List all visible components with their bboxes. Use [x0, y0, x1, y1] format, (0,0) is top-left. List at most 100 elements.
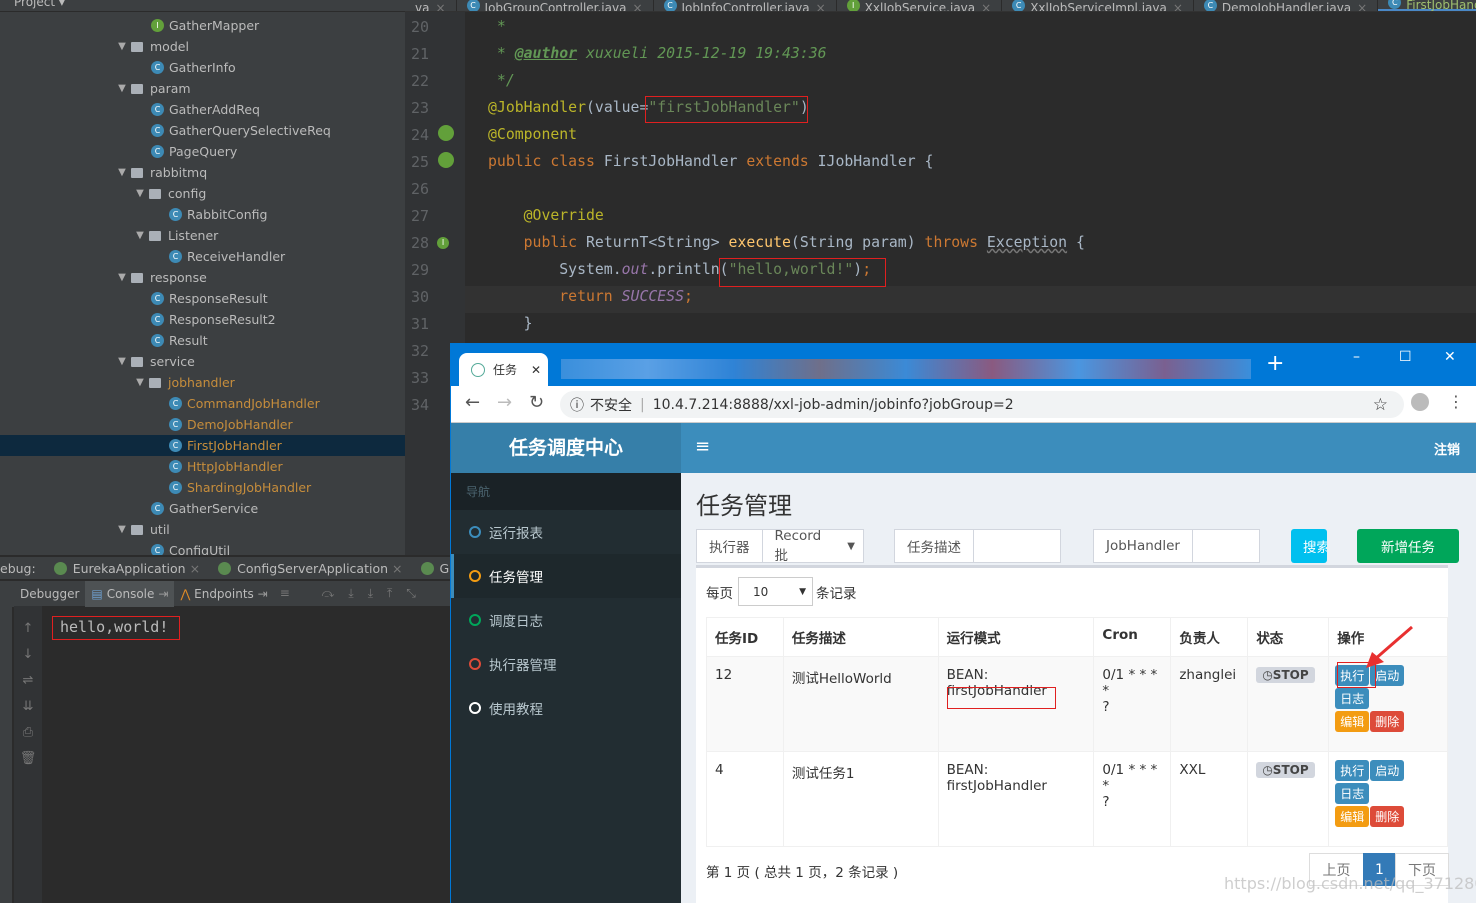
- tree-item[interactable]: C Result: [0, 330, 405, 351]
- page-size-select[interactable]: 10 ▼: [738, 577, 813, 606]
- editor-tab[interactable]: C XxlJobServiceImpl.java ×: [1002, 0, 1194, 11]
- expand-arrow-icon[interactable]: ▼: [131, 230, 149, 241]
- expand-arrow-icon[interactable]: ▼: [113, 356, 131, 367]
- expand-arrow-icon[interactable]: ▼: [131, 188, 149, 199]
- sidebar-nav-item[interactable]: 执行器管理: [451, 642, 681, 686]
- close-window-button[interactable]: ✕: [1444, 349, 1456, 365]
- tree-item[interactable]: C GatherQuerySelectiveReq: [0, 120, 405, 141]
- browser-tab-active[interactable]: 任务 ✕: [459, 353, 548, 386]
- maximize-button[interactable]: ☐: [1399, 349, 1412, 365]
- bookmark-star-icon[interactable]: ☆: [1373, 395, 1388, 415]
- spring-class-icon[interactable]: [438, 152, 454, 168]
- editor-tab[interactable]: va ×: [405, 0, 457, 11]
- add-job-button[interactable]: 新增任务: [1357, 529, 1459, 563]
- log-button[interactable]: 日志: [1335, 688, 1370, 709]
- tree-item[interactable]: ▼ config: [0, 183, 405, 204]
- tree-item[interactable]: ▼ rabbitmq: [0, 162, 405, 183]
- editor-tab[interactable]: I XxlJobService.java ×: [837, 0, 1003, 11]
- tree-item[interactable]: C GatherInfo: [0, 57, 405, 78]
- tree-item[interactable]: C RabbitConfig: [0, 204, 405, 225]
- tree-item[interactable]: ▼ service: [0, 351, 405, 372]
- delete-button[interactable]: 删除: [1370, 711, 1405, 732]
- delete-button[interactable]: 删除: [1370, 806, 1405, 827]
- editor-tab[interactable]: C JobInfoController.java ×: [654, 0, 837, 11]
- expand-arrow-icon[interactable]: ▼: [113, 83, 131, 94]
- tree-item[interactable]: C ResponseResult: [0, 288, 405, 309]
- tab-debugger[interactable]: Debugger: [14, 587, 85, 601]
- app-logo[interactable]: 任务调度中心: [451, 423, 681, 473]
- tree-item[interactable]: C DemoJobHandler: [0, 414, 405, 435]
- tab-close-icon[interactable]: ✕: [531, 363, 541, 377]
- tab-endpoints[interactable]: ⋀ Endpoints ⇥: [174, 587, 273, 601]
- expand-arrow-icon[interactable]: ▼: [131, 377, 149, 388]
- edit-button[interactable]: 编辑: [1335, 711, 1370, 732]
- tree-item[interactable]: C FirstJobHandler: [0, 435, 405, 456]
- close-tab-icon[interactable]: ×: [435, 2, 445, 11]
- sidebar-toggle-icon[interactable]: ≡: [695, 436, 710, 457]
- sidebar-nav-item[interactable]: 运行报表: [451, 510, 681, 554]
- console-gutter-toolbar[interactable]: ↑ ↓ ⇌ ⇊ ⎙ 🗑: [14, 606, 42, 903]
- close-run-icon[interactable]: ×: [190, 561, 200, 576]
- minimize-button[interactable]: –: [1353, 349, 1360, 365]
- run-config-tab[interactable]: Ga: [420, 561, 450, 576]
- tab-console[interactable]: ▤ Console ⇥: [85, 580, 175, 607]
- run-config-tab[interactable]: EurekaApplication ×: [53, 561, 200, 576]
- profile-avatar[interactable]: [1411, 393, 1429, 411]
- logout-link[interactable]: 注销: [1434, 439, 1460, 458]
- tree-item[interactable]: C PageQuery: [0, 141, 405, 162]
- close-tab-icon[interactable]: ×: [632, 2, 642, 11]
- menu-icon[interactable]: ⋮: [1448, 392, 1464, 411]
- expand-arrow-icon[interactable]: ▼: [113, 41, 131, 52]
- tree-item[interactable]: ▼ jobhandler: [0, 372, 405, 393]
- reload-button[interactable]: ↻: [529, 392, 544, 413]
- sidebar-nav-item[interactable]: 任务管理: [451, 554, 681, 598]
- run-button[interactable]: 执行: [1335, 760, 1370, 781]
- run-config-tab[interactable]: ConfigServerApplication ×: [218, 561, 403, 576]
- tree-item[interactable]: C ShardingJobHandler: [0, 477, 405, 498]
- tree-item[interactable]: C ResponseResult2: [0, 309, 405, 330]
- back-button[interactable]: ←: [465, 392, 480, 413]
- editor-tab[interactable]: C DemoJobHandler.java ×: [1194, 0, 1379, 11]
- step-buttons[interactable]: ≡ ⤼⤓⤓⤒⤡: [280, 586, 430, 601]
- expand-arrow-icon[interactable]: ▼: [113, 272, 131, 283]
- implements-method-icon[interactable]: I: [437, 237, 449, 249]
- log-button[interactable]: 日志: [1335, 783, 1370, 804]
- tree-item[interactable]: C HttpJobHandler: [0, 456, 405, 477]
- owner: XXL: [1170, 751, 1249, 847]
- sidebar-nav-item[interactable]: 调度日志: [451, 598, 681, 642]
- close-tab-icon[interactable]: ×: [1173, 2, 1183, 11]
- new-tab-button[interactable]: +: [1266, 351, 1284, 376]
- tree-item[interactable]: ▼ model: [0, 36, 405, 57]
- job-desc-filter[interactable]: 任务描述: [894, 529, 1061, 563]
- tree-item[interactable]: ▼ Listener: [0, 225, 405, 246]
- expand-arrow-icon[interactable]: ▼: [113, 167, 131, 178]
- edit-button[interactable]: 编辑: [1335, 806, 1370, 827]
- jobhandler-input[interactable]: [1193, 530, 1259, 562]
- project-panel-header[interactable]: Project ▾: [0, 0, 405, 12]
- start-button[interactable]: 启动: [1370, 760, 1405, 781]
- url-input[interactable]: ⓘ 不安全 | 10.4.7.214:8888/xxl-job-admin/jobin…: [560, 391, 1404, 418]
- sidebar-nav-item[interactable]: 使用教程: [451, 686, 681, 730]
- tree-item[interactable]: I GatherMapper: [0, 15, 405, 36]
- close-tab-icon[interactable]: ×: [1357, 2, 1367, 11]
- close-run-icon[interactable]: ×: [392, 561, 402, 576]
- executor-select[interactable]: 执行器 Record批 ▼: [696, 528, 864, 564]
- job-desc-input[interactable]: [974, 530, 1060, 562]
- tree-item[interactable]: C GatherService: [0, 498, 405, 519]
- search-button[interactable]: 搜索: [1291, 529, 1327, 563]
- tree-item[interactable]: ▼ response: [0, 267, 405, 288]
- editor-tab[interactable]: CFirstJobHandler.java×: [1378, 0, 1476, 11]
- tree-item[interactable]: ▼ param: [0, 78, 405, 99]
- jobhandler-filter[interactable]: JobHandler: [1093, 529, 1260, 563]
- expand-arrow-icon[interactable]: ▼: [113, 524, 131, 535]
- spring-bean-icon[interactable]: [438, 125, 454, 141]
- close-tab-icon[interactable]: ×: [981, 2, 991, 11]
- close-tab-icon[interactable]: ×: [816, 2, 826, 11]
- debug-side-toolbar[interactable]: [0, 606, 12, 903]
- forward-button[interactable]: →: [497, 392, 512, 413]
- editor-tab[interactable]: C JobGroupController.java ×: [457, 0, 654, 11]
- tree-item[interactable]: ▼ util: [0, 519, 405, 540]
- tree-item[interactable]: C ReceiveHandler: [0, 246, 405, 267]
- tree-item[interactable]: C CommandJobHandler: [0, 393, 405, 414]
- tree-item[interactable]: C GatherAddReq: [0, 99, 405, 120]
